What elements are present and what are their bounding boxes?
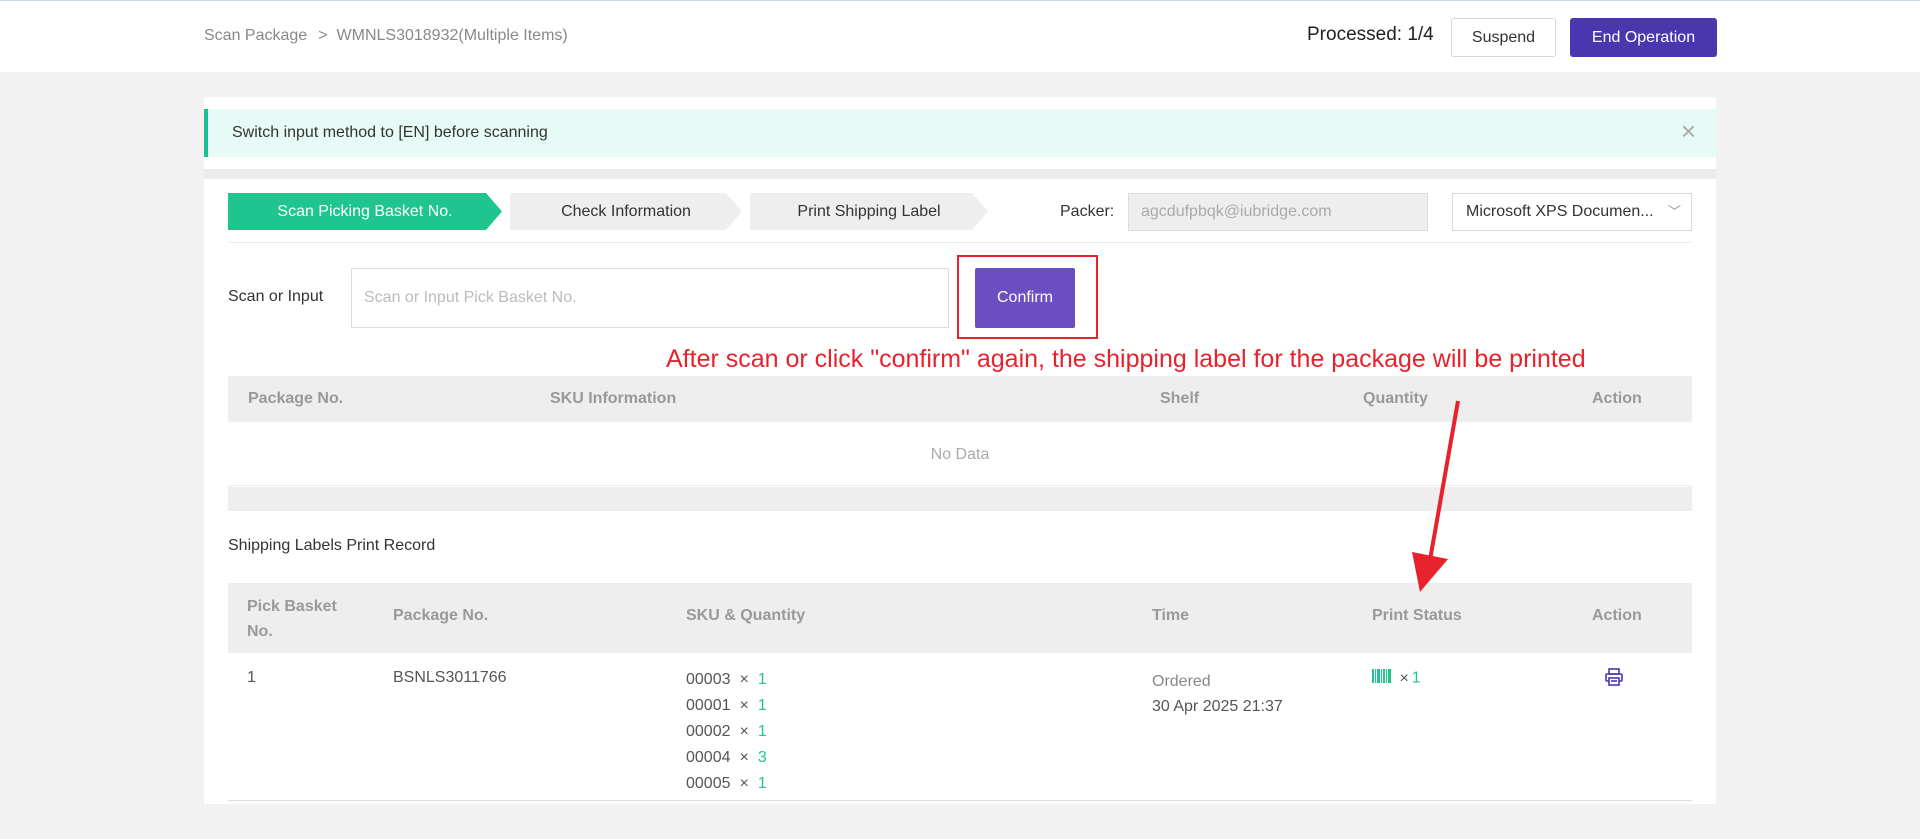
times-icon: ×: [739, 697, 749, 714]
breadcrumb-separator: >: [318, 27, 328, 44]
pick-basket-cell: 1: [247, 669, 256, 686]
sku-code: 00004: [686, 749, 731, 766]
confirm-button[interactable]: Confirm: [975, 268, 1075, 328]
barcode-icon: [1372, 669, 1392, 688]
breadcrumb: Scan Package > WMNLS3018932(Multiple Items…: [204, 27, 568, 45]
table-scrollbar[interactable]: [228, 487, 1692, 511]
suspend-button[interactable]: Suspend: [1451, 18, 1556, 57]
scan-input[interactable]: [351, 268, 949, 328]
sku-qty: 1: [757, 697, 767, 714]
sku-qty: 3: [757, 749, 767, 766]
printer-selected-value: Microsoft XPS Documen...: [1466, 203, 1654, 220]
breadcrumb-root[interactable]: Scan Package: [204, 27, 307, 44]
end-operation-button[interactable]: End Operation: [1570, 18, 1717, 57]
processed-count: Processed: 1/4: [1307, 24, 1434, 45]
printer-icon[interactable]: [1604, 667, 1624, 692]
times-icon: ×: [739, 723, 749, 740]
section-divider: [204, 169, 1716, 179]
sku-line: 00002 × 1: [686, 721, 767, 747]
column-header: Time: [1152, 607, 1190, 624]
alert-text: Switch input method to [EN] before scann…: [232, 124, 548, 141]
column-header: Quantity: [1363, 390, 1428, 407]
column-header: Package No.: [248, 390, 344, 407]
top-bar: Scan Package > WMNLS3018932(Multiple Items…: [0, 0, 1920, 72]
empty-state: No Data: [228, 423, 1692, 486]
divider: [228, 242, 1692, 243]
scan-label: Scan or Input: [228, 288, 324, 305]
times-icon: ×: [739, 671, 749, 688]
column-header: Action: [1592, 607, 1642, 624]
print-record-table-header: Pick Basket No. Package No. SKU & Quanti…: [228, 583, 1692, 653]
packer-label: Packer:: [1060, 203, 1115, 220]
print-record-title: Shipping Labels Print Record: [228, 537, 436, 554]
print-count: 1: [1411, 669, 1421, 687]
printer-select[interactable]: Microsoft XPS Documen... ﹀: [1452, 193, 1692, 231]
column-header: Pick Basket No.: [247, 594, 337, 644]
annotation-text: After scan or click "confirm" again, the…: [666, 345, 1586, 373]
package-table-header: Package No. SKU Information Shelf Quanti…: [228, 376, 1692, 422]
sku-line: 00001 × 1: [686, 695, 767, 721]
sku-qty: 1: [757, 723, 767, 740]
packer-field: [1128, 193, 1428, 231]
column-header: Package No.: [393, 607, 489, 624]
times-icon: ×: [739, 749, 749, 766]
sku-line: 00003 × 1: [686, 669, 767, 695]
column-header-line: Pick Basket: [247, 598, 337, 615]
close-icon[interactable]: ×: [1681, 118, 1696, 144]
breadcrumb-current: WMNLS3018932(Multiple Items): [336, 27, 568, 44]
sku-code: 00001: [686, 697, 731, 714]
sku-qty: 1: [757, 671, 767, 688]
order-status: Ordered: [1152, 673, 1211, 690]
times-icon: ×: [1399, 669, 1409, 687]
column-header: Shelf: [1160, 390, 1200, 407]
sku-quantity-cell: 00003 × 1 00001 × 1 00002 × 1 00004 × 3 00005 × 1: [686, 669, 767, 799]
sku-code: 00005: [686, 775, 731, 792]
sku-line: 00005 × 1: [686, 773, 767, 799]
print-status-cell: × 1: [1372, 669, 1421, 688]
table-row: 1 BSNLS3011766 00003 × 1 00001 × 1 00002 × 1 0…: [228, 653, 1692, 801]
column-header: SKU & Quantity: [686, 607, 806, 624]
column-header: Action: [1592, 390, 1642, 407]
chevron-down-icon: ﹀: [1667, 204, 1681, 219]
sku-qty: 1: [757, 775, 767, 792]
order-time: 30 Apr 2025 21:37: [1152, 698, 1283, 715]
step-print-shipping-label: Print Shipping Label: [750, 193, 988, 230]
time-cell: Ordered 30 Apr 2025 21:37: [1152, 669, 1283, 719]
sku-line: 00004 × 3: [686, 747, 767, 773]
column-header: SKU Information: [550, 390, 677, 407]
main-card: Switch input method to [EN] before scann…: [204, 97, 1716, 804]
package-no-cell: BSNLS3011766: [393, 669, 507, 686]
sku-code: 00003: [686, 671, 731, 688]
step-check-information: Check Information: [510, 193, 742, 230]
column-header: Print Status: [1372, 607, 1462, 624]
column-header-line: No.: [247, 623, 273, 640]
step-scan-picking-basket: Scan Picking Basket No.: [228, 193, 502, 230]
sku-code: 00002: [686, 723, 731, 740]
times-icon: ×: [739, 775, 749, 792]
input-method-alert: Switch input method to [EN] before scann…: [204, 109, 1716, 157]
